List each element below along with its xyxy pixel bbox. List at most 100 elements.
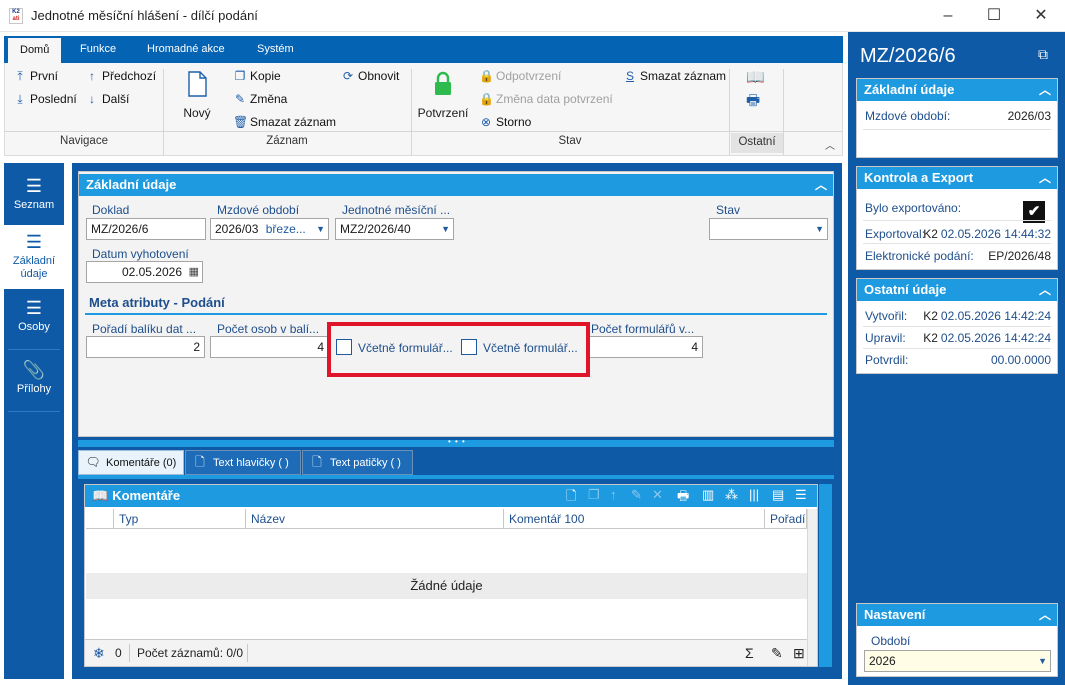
tab-system[interactable]: Systém [245, 36, 306, 63]
pocet-form-field[interactable]: 4 [585, 336, 703, 358]
rp-settings-period-select[interactable]: 2026 ▼ [864, 650, 1051, 672]
snowflake-icon[interactable]: ❄ [93, 640, 105, 666]
rp-exported-row: Bylo exportováno: ✔ [865, 201, 1051, 223]
minimize-button[interactable]: – [925, 4, 971, 28]
collapse-chevron-icon[interactable]: ︿ [1033, 604, 1057, 626]
stav-select[interactable]: ▼ [709, 218, 828, 240]
tab-text-hlavicky[interactable]: 🗋 Text hlavičky ( ) [185, 450, 301, 475]
tab-funkce[interactable]: Funkce [68, 36, 128, 63]
rp-basic-box: Základní údaje ︿ Mzdové období: 2026/03 [856, 78, 1058, 158]
period-select[interactable]: 2026/03 březe... ▼ [210, 218, 329, 240]
splitter-grip-icon: • • • [448, 437, 466, 446]
first-button[interactable]: ⤒ První [13, 69, 58, 84]
collapse-chevron-icon[interactable]: ︿ [1033, 167, 1057, 189]
delete-state-record-button[interactable]: S Smazat záznam [623, 69, 726, 83]
last-button[interactable]: ⤓ Poslední [13, 92, 76, 107]
empty-message: Žádné údaje [86, 573, 807, 599]
calendar-icon[interactable]: ▦ [189, 262, 199, 282]
rp-podani-row: Elektronické podání: EP/2026/48 [865, 249, 1051, 263]
ribbon-tabs: Domů Funkce Hromadné akce Systém [4, 36, 843, 63]
lock-icon [435, 71, 451, 95]
pocet-form-label: Počet formulářů v... [591, 322, 695, 336]
left-nav: ☰ Seznam ☰ Základní údaje ☰ Osoby 📎 Přílohy [4, 163, 64, 679]
collapse-ribbon-icon[interactable]: ︿ [825, 137, 835, 152]
previous-button[interactable]: ↑ Předchozí [85, 69, 156, 83]
tab-komentare[interactable]: 🗨 Komentáře (0) [78, 450, 184, 475]
sum-icon[interactable]: Σ [745, 640, 754, 666]
comment-icon: 🗨 [85, 455, 101, 469]
list-icon: ☰ [25, 298, 43, 318]
column-header-nazev[interactable]: Název [246, 509, 504, 529]
close-button[interactable]: ✕ [1018, 4, 1064, 28]
column-header-komentar[interactable]: Komentář 100 [504, 509, 765, 529]
pencil-icon[interactable]: ✎ [631, 487, 642, 503]
book-icon: 📖 [92, 488, 109, 503]
tab-hromadne-akce[interactable]: Hromadné akce [135, 36, 237, 63]
unconfirm-button[interactable]: 🔒 Odpotvrzení [479, 69, 561, 83]
nav-seznam[interactable]: ☰ Seznam [4, 167, 64, 225]
rp-confirmed-row: Potvrdil: 00.00.0000 [865, 353, 1051, 367]
meta-divider [85, 313, 827, 315]
pencil-icon: ✎ [234, 92, 246, 106]
column-header-poradi[interactable]: Pořadí [765, 509, 807, 529]
collapse-chevron-icon[interactable]: ︿ [1033, 279, 1057, 301]
add-record-icon[interactable]: ⊞ [793, 640, 805, 666]
nav-osoby[interactable]: ☰ Osoby [4, 289, 64, 349]
highlight-box [327, 322, 590, 377]
new-button[interactable]: Nový [175, 71, 219, 120]
stav-label: Stav [716, 203, 741, 217]
date-field[interactable]: 02.05.2026 ▦ [86, 261, 203, 283]
nav-zakladni-udaje[interactable]: ☰ Základní údaje [4, 225, 64, 289]
date-label: Datum vyhotovení [92, 247, 189, 261]
jmh-label: Jednotné měsíční ... [342, 203, 451, 217]
rp-export-header: Kontrola a Export ︿ [857, 167, 1057, 189]
printer-icon[interactable]: 🖶 [746, 90, 760, 115]
poradi-field[interactable]: 2 [86, 336, 205, 358]
paperclip-icon: 📎 [22, 360, 46, 380]
pencil-icon[interactable]: ✎ [771, 640, 783, 666]
collapse-chevron-icon[interactable]: ︿ [1033, 79, 1057, 101]
collapse-chevron-icon[interactable]: ︿ [809, 174, 833, 196]
delete-record-button[interactable]: 🗑 Smazat záznam [233, 115, 336, 129]
delete-icon[interactable]: ✕ [652, 487, 663, 503]
printer-icon[interactable]: 🖶 [677, 487, 689, 509]
export-excel-icon[interactable]: ▤ [772, 487, 784, 503]
column-header-typ[interactable]: Typ [114, 509, 246, 529]
maximize-button[interactable]: ☐ [971, 4, 1017, 28]
refresh-icon: ⟳ [342, 69, 354, 83]
group-label-zaznam: Záznam [266, 135, 308, 147]
storno-button[interactable]: ⊗ Storno [479, 115, 531, 129]
rp-settings-period-label: Období [871, 634, 911, 648]
arrow-up-icon[interactable]: ↑ [610, 487, 617, 502]
copy-icon[interactable]: ❐ [588, 487, 600, 503]
popout-icon[interactable]: ⧉ [1038, 46, 1048, 63]
record-count: Počet záznamů: 0/0 [137, 646, 244, 660]
group-icon[interactable]: ⁂ [725, 487, 738, 503]
vertical-scrollbar[interactable] [807, 509, 817, 666]
doklad-field[interactable]: MZ/2026/6 [86, 218, 206, 240]
rp-export-box: Kontrola a Export ︿ Bylo exportováno: ✔ Ex… [856, 166, 1058, 270]
document-icon: 🗋 [312, 455, 322, 469]
nav-prilohy[interactable]: 📎 Přílohy [4, 351, 64, 409]
bar-chart-icon[interactable]: ▥ [702, 487, 714, 503]
menu-icon[interactable]: ☰ [795, 487, 807, 503]
confirm-button[interactable]: Potvrzení [415, 71, 471, 120]
pocet-osob-field[interactable]: 4 [210, 336, 329, 358]
change-button[interactable]: ✎ Změna [233, 92, 287, 106]
grid-side-bar [819, 484, 832, 667]
tab-text-paticky[interactable]: 🗋 Text patičky ( ) [302, 450, 413, 475]
tab-domu[interactable]: Domů [8, 38, 62, 63]
dropdown-icon: ▼ [441, 224, 450, 234]
change-confirm-date-button[interactable]: 🔒 Změna data potvrzení [479, 92, 613, 106]
jmh-select[interactable]: MZ2/2026/40 ▼ [335, 218, 454, 240]
book-icon[interactable]: 📖 [746, 68, 765, 86]
columns-icon[interactable]: ||| [749, 487, 759, 502]
new-document-icon[interactable]: 🗋 [566, 487, 576, 509]
dropdown-icon: ▼ [815, 224, 824, 234]
arrow-down-icon: ↓ [89, 92, 95, 106]
refresh-button[interactable]: ⟳ Obnovit [341, 69, 399, 83]
next-button[interactable]: ↓ Další [85, 92, 129, 106]
copy-button[interactable]: ❐ Kopie [233, 69, 281, 83]
period-label: Mzdové období [217, 203, 300, 217]
grid-footer: ❄ 0 Počet záznamů: 0/0 Σ ✎ ⊞ [85, 639, 807, 666]
